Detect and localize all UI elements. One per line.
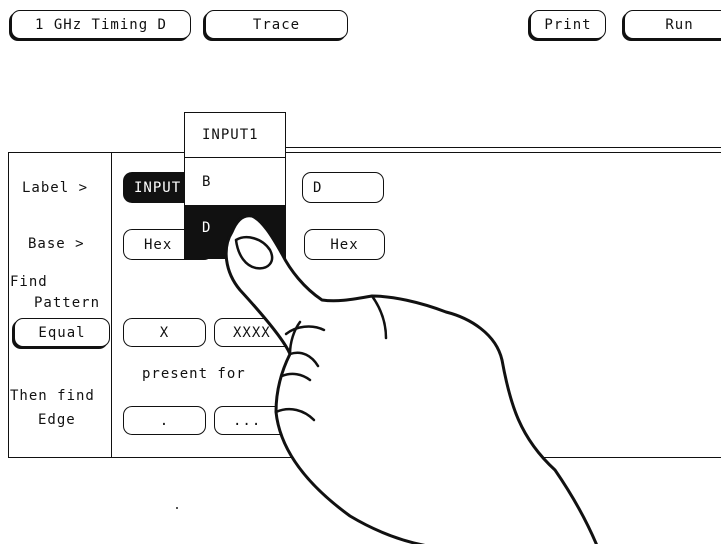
pointing-hand-icon — [224, 214, 598, 544]
